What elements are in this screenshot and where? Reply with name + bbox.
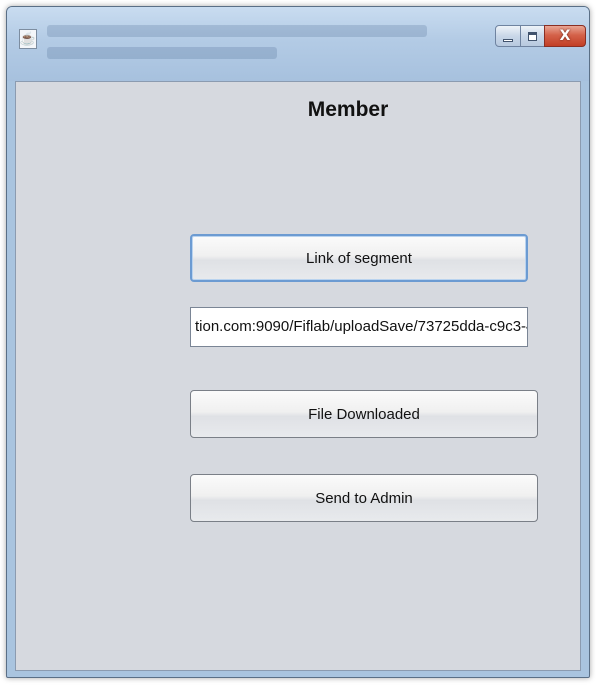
page-title: Member [307, 98, 389, 121]
title-bar-reflection [47, 17, 477, 77]
file-downloaded-label: File Downloaded [308, 405, 420, 423]
java-app-icon[interactable]: ☕ [19, 29, 37, 49]
close-icon: X [559, 28, 571, 44]
segment-link-field[interactable]: tion.com:9090/Fiflab/uploadSave/73725dda… [190, 307, 528, 347]
send-to-admin-label: Send to Admin [315, 489, 413, 507]
app-window: ☕ X Member Link of segment tion.com:9090… [6, 6, 590, 678]
segment-link-value: tion.com:9090/Fiflab/uploadSave/73725dda… [195, 318, 527, 335]
file-downloaded-button[interactable]: File Downloaded [190, 390, 538, 438]
close-button[interactable]: X [544, 25, 586, 47]
member-panel: Member Link of segment tion.com:9090/Fif… [15, 81, 581, 671]
title-bar[interactable]: ☕ X [7, 7, 589, 81]
maximize-icon [528, 31, 537, 41]
minimize-icon [503, 38, 513, 42]
link-of-segment-button[interactable]: Link of segment [190, 234, 528, 282]
minimize-button[interactable] [495, 25, 521, 47]
link-of-segment-label: Link of segment [306, 249, 412, 267]
maximize-button[interactable] [520, 25, 545, 47]
send-to-admin-button[interactable]: Send to Admin [190, 474, 538, 522]
